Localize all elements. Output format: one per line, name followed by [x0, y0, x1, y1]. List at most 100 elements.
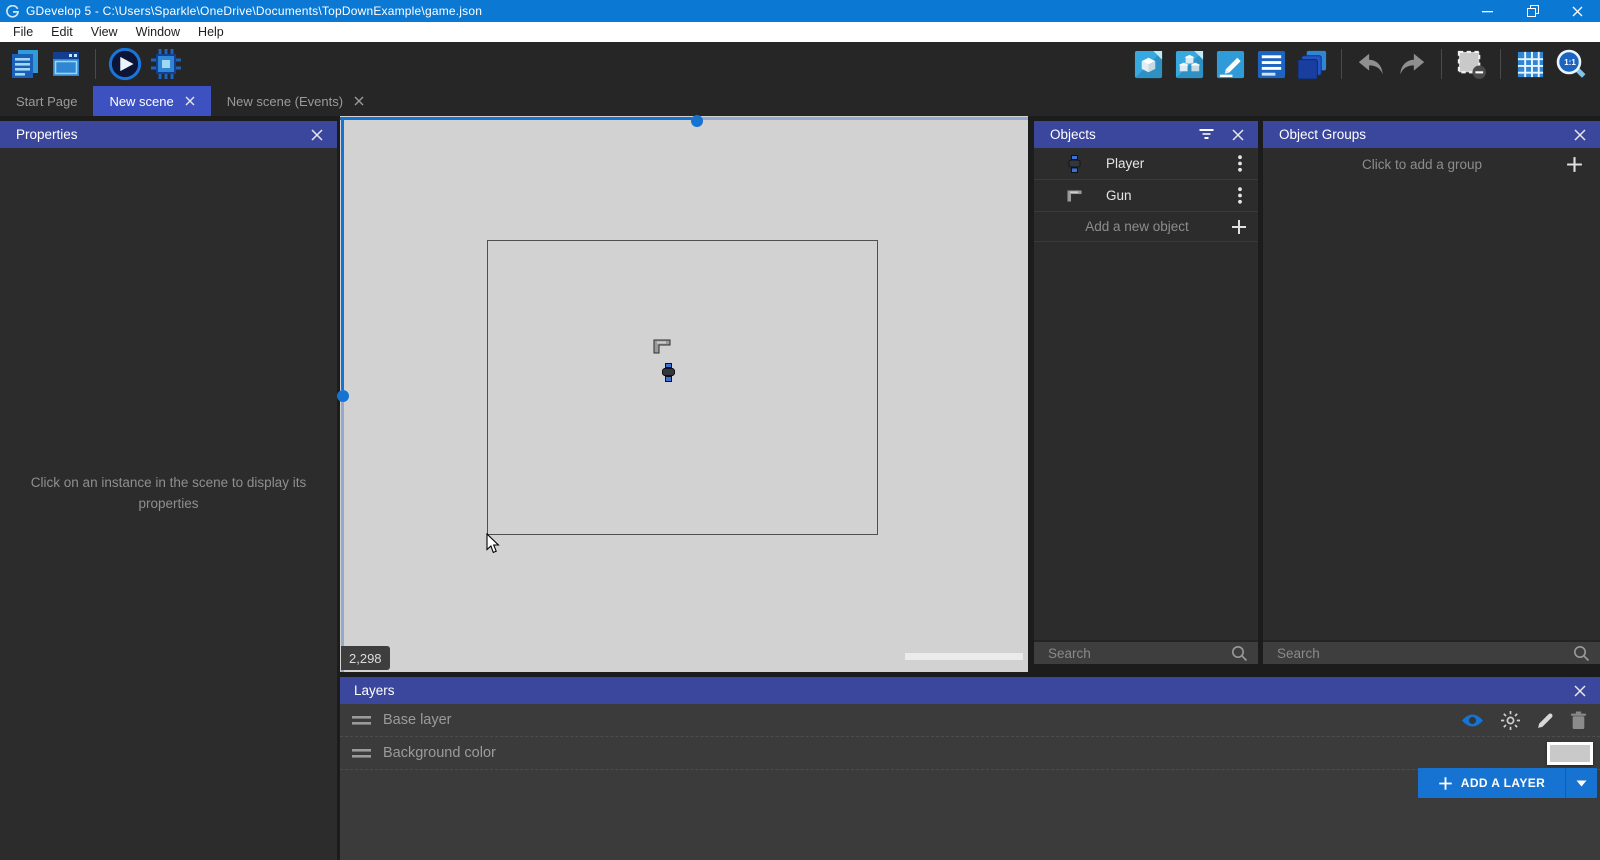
menu-file[interactable]: File [4, 22, 42, 42]
close-window-button[interactable] [1555, 0, 1600, 22]
object-name: Gun [1106, 188, 1132, 203]
search-icon [1573, 645, 1590, 662]
canvas-bottom-scrollbar[interactable] [905, 653, 1023, 660]
background-color-swatch[interactable] [1547, 742, 1593, 765]
vertical-scrollbar-thumb[interactable] [337, 390, 349, 402]
redo-icon[interactable] [1395, 47, 1429, 81]
horizontal-scrollbar-thumb[interactable] [691, 115, 703, 127]
edit-scene-properties-icon[interactable] [1213, 47, 1247, 81]
properties-panel: Properties Click on an instance in the s… [0, 121, 337, 860]
objects-panel-header: Objects [1034, 121, 1258, 148]
undo-icon[interactable] [1354, 47, 1388, 81]
open-layers-icon[interactable] [1295, 47, 1329, 81]
object-groups-panel: Object Groups Click to add a group [1263, 121, 1600, 664]
layers-panel: Layers Base layer Background color ADD A… [340, 672, 1600, 860]
drag-handle-icon[interactable] [352, 748, 371, 758]
horizontal-scrollbar-track[interactable] [702, 117, 1028, 120]
layers-panel-header: Layers [340, 677, 1600, 704]
add-object-label: Add a new object [1085, 219, 1189, 234]
gun-instance[interactable] [653, 339, 671, 354]
object-name: Player [1106, 156, 1145, 171]
scene-canvas[interactable]: 2,298 [337, 115, 1028, 672]
open-objects-editor-icon[interactable] [1131, 47, 1165, 81]
object-groups-search-input[interactable] [1277, 645, 1573, 661]
open-instances-list-icon[interactable] [1254, 47, 1288, 81]
menubar: File Edit View Window Help [0, 22, 1600, 42]
tab-label: Start Page [16, 93, 78, 109]
toolbar: 1:1 [0, 42, 1600, 86]
tab-new-scene[interactable]: New scene [93, 86, 211, 116]
player-object-icon [1064, 154, 1084, 173]
layer-delete-icon[interactable] [1570, 711, 1587, 730]
open-object-groups-icon[interactable] [1172, 47, 1206, 81]
add-layer-label: ADD A LAYER [1460, 776, 1546, 790]
menu-view[interactable]: View [82, 22, 127, 42]
object-row-player[interactable]: Player [1034, 148, 1258, 180]
panel-title: Object Groups [1279, 127, 1367, 142]
plus-icon [1565, 155, 1584, 174]
toolbar-divider [95, 49, 96, 79]
object-row-gun[interactable]: Gun [1034, 180, 1258, 212]
horizontal-scrollbar-track[interactable] [340, 117, 692, 120]
minimize-button[interactable] [1465, 0, 1510, 22]
close-panel-icon[interactable] [311, 128, 323, 141]
window-title: GDevelop 5 - C:\Users\Sparkle\OneDrive\D… [26, 4, 483, 18]
add-object-button[interactable]: Add a new object [1034, 212, 1258, 242]
objects-search-input[interactable] [1048, 645, 1231, 661]
close-panel-icon[interactable] [1574, 684, 1586, 697]
vertical-scrollbar-track[interactable] [341, 402, 344, 672]
tab-label: New scene (Events) [226, 93, 344, 109]
object-menu-icon[interactable] [1234, 187, 1246, 204]
scene-window-border [487, 240, 878, 535]
filter-icon[interactable] [1199, 129, 1214, 140]
plus-icon [1439, 776, 1452, 790]
add-layer-button[interactable]: ADD A LAYER [1418, 768, 1597, 798]
menu-help[interactable]: Help [189, 22, 233, 42]
layer-row-base[interactable]: Base layer [340, 704, 1600, 737]
panel-title: Layers [354, 683, 395, 698]
properties-panel-header: Properties [0, 121, 337, 148]
panel-title: Properties [16, 127, 78, 142]
layer-effects-icon[interactable] [1500, 710, 1521, 731]
layer-name: Background color [383, 745, 496, 761]
drag-handle-icon[interactable] [352, 715, 371, 725]
scene-window-icon[interactable] [49, 47, 83, 81]
restore-button[interactable] [1510, 0, 1555, 22]
restore-icon [1526, 5, 1539, 17]
close-tab-icon[interactable] [185, 96, 195, 106]
object-groups-panel-header: Object Groups [1263, 121, 1600, 148]
layer-row-background-color[interactable]: Background color [340, 737, 1600, 770]
add-group-button[interactable]: Click to add a group [1263, 148, 1600, 180]
layer-visibility-icon[interactable] [1460, 712, 1485, 729]
chevron-down-icon [1576, 780, 1587, 786]
objects-searchbar [1034, 640, 1258, 664]
close-tab-icon[interactable] [354, 96, 364, 106]
titlebar: GDevelop 5 - C:\Users\Sparkle\OneDrive\D… [0, 0, 1600, 22]
toolbar-divider [1341, 49, 1342, 79]
grid-icon[interactable] [1513, 47, 1547, 81]
zoom-original-icon[interactable]: 1:1 [1554, 47, 1588, 81]
vertical-scrollbar-track[interactable] [341, 120, 344, 390]
layer-name: Base layer [383, 712, 452, 728]
project-manager-icon[interactable] [8, 47, 42, 81]
close-panel-icon[interactable] [1574, 128, 1586, 141]
tab-new-scene-events[interactable]: New scene (Events) [211, 86, 380, 116]
layer-edit-icon[interactable] [1536, 711, 1555, 730]
object-menu-icon[interactable] [1234, 155, 1246, 172]
close-panel-icon[interactable] [1232, 128, 1244, 141]
tab-start-page[interactable]: Start Page [0, 86, 93, 116]
gdevelop-logo-icon [6, 4, 19, 18]
objects-panel: Objects Player Gun Add a new object Sear… [1034, 121, 1258, 664]
toolbar-divider [1441, 49, 1442, 79]
play-preview-icon[interactable] [108, 47, 142, 81]
minimize-icon [1482, 10, 1493, 12]
plus-icon [1230, 218, 1248, 236]
debug-icon[interactable] [149, 47, 183, 81]
menu-edit[interactable]: Edit [42, 22, 82, 42]
add-layer-dropdown[interactable] [1565, 768, 1597, 798]
clear-selection-icon[interactable] [1454, 47, 1488, 81]
player-instance[interactable] [662, 363, 675, 382]
toolbar-divider [1500, 49, 1501, 79]
menu-window[interactable]: Window [127, 22, 189, 42]
gun-object-icon [1064, 188, 1084, 203]
